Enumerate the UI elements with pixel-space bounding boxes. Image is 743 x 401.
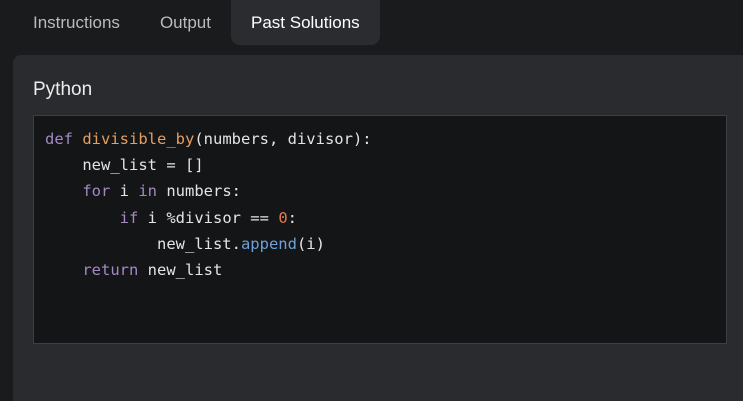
- tab-instructions[interactable]: Instructions: [13, 0, 140, 45]
- code-line: new_list = []: [45, 152, 726, 178]
- code-token: :: [287, 208, 297, 227]
- code-token: return: [82, 260, 139, 279]
- code-token: (i): [296, 234, 325, 253]
- language-title: Python: [33, 79, 93, 100]
- code-token: append: [240, 234, 297, 253]
- code-token: (numbers, divisor):: [194, 130, 372, 148]
- code-token: numbers:: [157, 182, 241, 201]
- tab-output[interactable]: Output: [140, 0, 231, 45]
- code-block[interactable]: def divisible_by(numbers, divisor): new_…: [33, 115, 727, 344]
- code-token: i: [110, 182, 139, 201]
- code-token: 0: [278, 208, 288, 227]
- code-line: if i %divisor == 0:: [45, 205, 726, 231]
- solutions-panel: Python def divisible_by(numbers, divisor…: [13, 55, 743, 401]
- code-token: for: [82, 182, 111, 201]
- code-token: in: [138, 182, 157, 201]
- code-token: divisible_by: [82, 130, 195, 148]
- page: Instructions Output Past Solutions Pytho…: [0, 0, 743, 401]
- code-line: for i in numbers:: [45, 178, 726, 204]
- code-line: def divisible_by(numbers, divisor):: [45, 126, 726, 152]
- code-token: new_list.: [45, 234, 241, 253]
- code-token: if: [119, 208, 139, 227]
- code-text: def divisible_by(numbers, divisor): new_…: [34, 116, 726, 283]
- code-token: def: [45, 130, 73, 148]
- code-line: new_list.append(i): [45, 231, 726, 257]
- tab-bar: Instructions Output Past Solutions: [13, 0, 380, 45]
- code-token: i %divisor ==: [138, 208, 279, 227]
- tab-past-solutions[interactable]: Past Solutions: [230, 0, 380, 45]
- code-line: return new_list: [45, 257, 726, 283]
- code-token: new_list: [138, 260, 223, 279]
- code-token: new_list = []: [45, 156, 204, 175]
